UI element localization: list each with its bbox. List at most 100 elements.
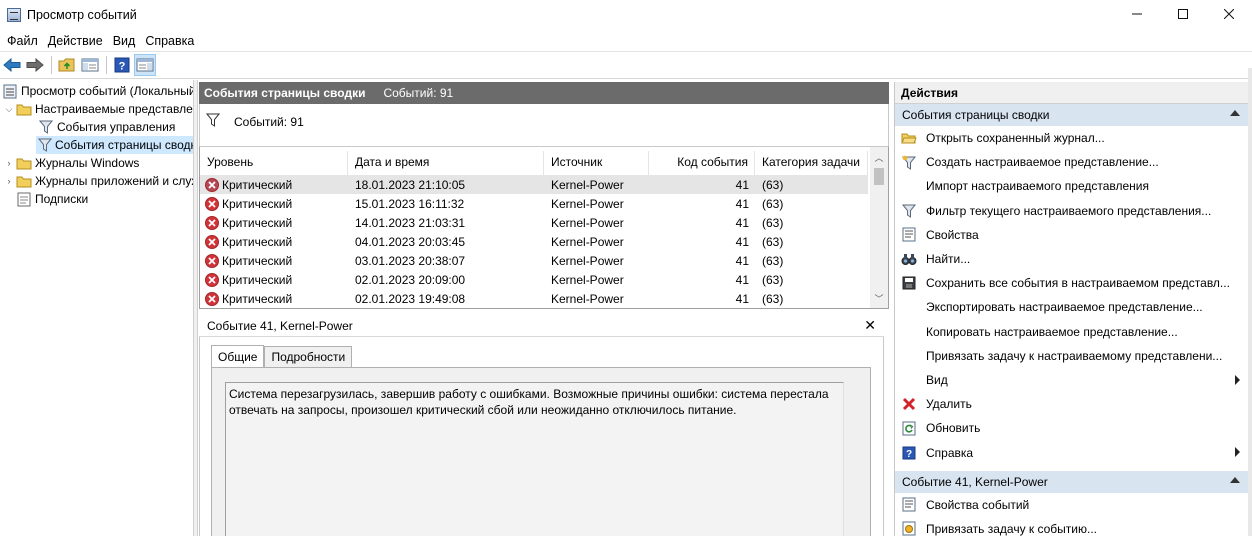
action-10[interactable]: Вид	[895, 368, 1248, 392]
tree-item-summary-events[interactable]: События страницы сводки	[36, 136, 193, 154]
show-tree-button[interactable]	[79, 54, 101, 76]
action-0[interactable]: Открыть сохраненный журнал...	[895, 126, 1248, 150]
toolbar-separator	[106, 56, 107, 74]
back-button[interactable]	[1, 54, 23, 76]
minimize-button[interactable]	[1114, 0, 1160, 28]
scroll-down-icon[interactable]: ﹀	[870, 290, 888, 307]
tree-item-admin-events[interactable]: События управления	[38, 118, 175, 136]
cell-datetime: 03.01.2023 20:38:07	[355, 253, 466, 268]
window-scrollbar[interactable]	[1248, 68, 1252, 536]
actions-group-label: События страницы сводки	[902, 108, 1050, 122]
action-label: Привязать задачу к событию...	[926, 521, 1097, 536]
tree-item-subscriptions[interactable]: Подписки	[16, 190, 88, 208]
tab-details[interactable]: Подробности	[264, 346, 353, 367]
forward-button[interactable]	[24, 54, 46, 76]
close-icon[interactable]: ✕	[864, 317, 876, 334]
cell-code: 41	[735, 215, 749, 230]
refresh-icon	[901, 420, 917, 436]
action-event-1[interactable]: Привязать задачу к событию...	[895, 517, 1248, 536]
tree-item-app-logs[interactable]: › Журналы приложений и служб	[2, 172, 194, 190]
action-7[interactable]: Экспортировать настраиваемое представлен…	[895, 295, 1248, 319]
table-row[interactable]: Критический 02.01.2023 20:09:00 Kernel-Pow…	[200, 270, 868, 289]
cell-level-text: Критический	[222, 215, 293, 230]
delete-icon	[901, 396, 917, 412]
action-label: Привязать задачу к настраиваемому предст…	[926, 348, 1223, 363]
column-level[interactable]: Уровень	[200, 151, 348, 175]
action-label: Сохранить все события в настраиваемом пр…	[926, 276, 1230, 291]
action-pane-button[interactable]	[134, 54, 156, 76]
menu-help[interactable]: Справка	[140, 34, 199, 48]
action-3[interactable]: Фильтр текущего настраиваемого представл…	[895, 199, 1248, 223]
action-event-0[interactable]: Свойства событий	[895, 493, 1248, 517]
event-detail-header: Событие 41, Kernel-Power ✕	[199, 315, 884, 337]
tree-item-windows-logs[interactable]: › Журналы Windows	[2, 154, 140, 172]
action-4[interactable]: Свойства	[895, 223, 1248, 247]
column-source[interactable]: Источник	[544, 151, 649, 175]
cell-datetime: 15.01.2023 16:11:32	[355, 196, 465, 211]
table-row[interactable]: Критический 03.01.2023 20:38:07 Kernel-Pow…	[200, 251, 868, 270]
cell-level-text: Критический	[222, 272, 293, 287]
action-6[interactable]: Сохранить все события в настраиваемом пр…	[895, 271, 1248, 295]
column-task-category[interactable]: Категория задачи	[755, 151, 868, 175]
menu-action[interactable]: Действие	[43, 34, 108, 48]
cell-category: (63)	[762, 196, 784, 211]
action-13[interactable]: ? Справка	[895, 440, 1248, 464]
help-button[interactable]: ?	[111, 54, 133, 76]
column-datetime[interactable]: Дата и время	[348, 151, 544, 175]
critical-error-icon	[205, 272, 219, 287]
action-1[interactable]: Создать настраиваемое представление...	[895, 150, 1248, 174]
tree-splitter[interactable]	[193, 80, 198, 536]
cell-code: 41	[735, 291, 749, 306]
menu-view[interactable]: Вид	[108, 34, 141, 48]
folder-icon	[16, 173, 32, 189]
cell-level-text: Критический	[222, 291, 293, 306]
actions-group-event[interactable]: Событие 41, Kernel-Power	[895, 470, 1248, 493]
action-5[interactable]: Найти...	[895, 247, 1248, 271]
column-event-id[interactable]: Код события	[649, 151, 755, 175]
tree-item-custom-views[interactable]: ⌵ Настраиваемые представления	[2, 100, 193, 118]
cell-datetime: 18.01.2023 21:10:05	[355, 177, 466, 192]
blank-icon	[901, 324, 917, 340]
filter-bar: Событий: 91	[199, 104, 889, 146]
action-label: Экспортировать настраиваемое представлен…	[926, 300, 1203, 315]
chevron-down-icon[interactable]: ⌵	[2, 104, 16, 115]
tab-general[interactable]: Общие	[211, 345, 265, 367]
forward-arrow-icon	[26, 58, 44, 72]
table-row[interactable]: Критический 18.01.2023 21:10:05 Kernel-Pow…	[200, 175, 868, 194]
collapse-up-icon[interactable]	[1230, 110, 1240, 116]
action-2[interactable]: Импорт настраиваемого представления	[895, 174, 1248, 198]
chevron-right-icon[interactable]: ›	[2, 176, 16, 186]
action-label: Найти...	[926, 252, 971, 267]
collapse-up-icon[interactable]	[1230, 476, 1240, 483]
cell-datetime: 02.01.2023 19:49:08	[355, 291, 466, 306]
close-button[interactable]	[1206, 0, 1252, 28]
table-row[interactable]: Критический 14.01.2023 21:03:31 Kernel-Pow…	[200, 213, 868, 232]
up-level-button[interactable]	[56, 54, 78, 76]
tree-item-label: События управления	[57, 120, 176, 134]
action-11[interactable]: Удалить	[895, 392, 1248, 416]
action-8[interactable]: Копировать настраиваемое представление..…	[895, 320, 1248, 344]
actions-pane: Действия События страницы сводки Открыть…	[894, 82, 1248, 536]
chevron-right-icon[interactable]: ›	[2, 158, 16, 168]
action-label: Вид	[926, 372, 948, 387]
table-row[interactable]: Критический 15.01.2023 16:11:32 Kernel-Pow…	[200, 194, 868, 213]
back-arrow-icon	[3, 58, 21, 72]
cell-category: (63)	[762, 291, 784, 306]
tree-item-root[interactable]: Просмотр событий (Локальный)	[2, 82, 193, 100]
action-12[interactable]: Обновить	[895, 416, 1248, 440]
cell-level-text: Критический	[222, 196, 293, 211]
table-row[interactable]: Критический 04.01.2023 20:03:45 Kernel-Pow…	[200, 232, 868, 251]
menu-file[interactable]: Файл	[2, 34, 43, 48]
action-9[interactable]: Привязать задачу к настраиваемому предст…	[895, 344, 1248, 368]
cell-code: 41	[735, 272, 749, 287]
scroll-up-icon[interactable]: ︿	[870, 149, 888, 166]
help-icon: ?	[114, 57, 130, 73]
maximize-button[interactable]	[1160, 0, 1206, 28]
scroll-thumb[interactable]	[874, 168, 884, 185]
grid-scrollbar[interactable]: ︿ ﹀	[870, 147, 888, 308]
action-label: Свойства	[926, 227, 979, 242]
event-message[interactable]: Система перезагрузилась, завершив работу…	[225, 382, 844, 536]
actions-group-summary[interactable]: События страницы сводки	[895, 104, 1248, 126]
table-row[interactable]: Критический 02.01.2023 19:49:08 Kernel-Pow…	[200, 289, 868, 308]
action-label: Импорт настраиваемого представления	[926, 179, 1149, 194]
